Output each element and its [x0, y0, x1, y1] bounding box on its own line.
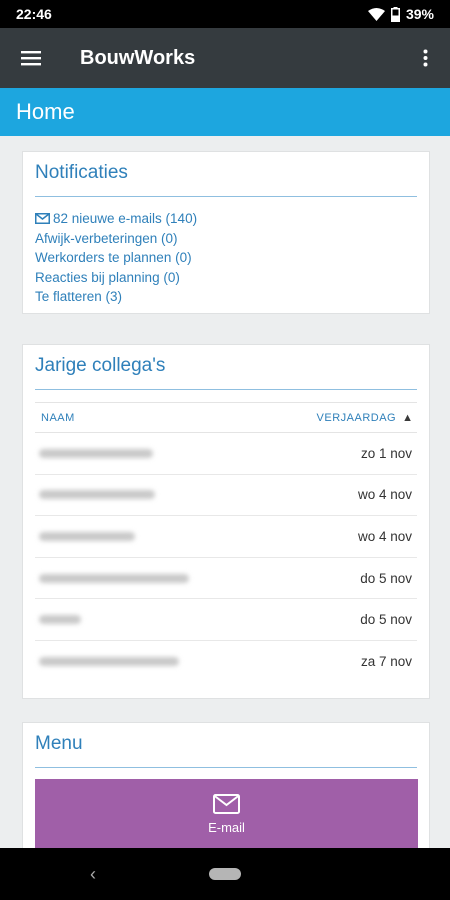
divider: [35, 767, 417, 768]
battery-percentage: 39%: [405, 6, 434, 22]
table-row[interactable]: za 7 nov: [35, 641, 417, 683]
email-tile-button[interactable]: E-mail: [35, 779, 418, 848]
email-tile-label: E-mail: [208, 819, 245, 835]
app-title: BouwWorks: [80, 46, 196, 69]
status-bar: 22:46 39%: [0, 0, 450, 28]
status-time: 22:46: [16, 6, 52, 22]
divider: [35, 389, 417, 390]
blurred-name: [39, 657, 179, 667]
table-row[interactable]: zo 1 nov: [35, 433, 417, 475]
column-header-date[interactable]: VERJAARDAG ▲: [317, 412, 413, 424]
birthdays-table: NAAM VERJAARDAG ▲ zo 1 nov wo 4 nov wo 4…: [35, 402, 417, 683]
menu-card: Menu E-mail: [22, 722, 430, 848]
birthday-date: do 5 nov: [360, 570, 412, 586]
battery-icon: [390, 6, 400, 22]
notification-emails-link[interactable]: 82 nieuwe e-mails (140): [35, 209, 417, 229]
birthdays-card: Jarige collega's NAAM VERJAARDAG ▲ zo 1 …: [22, 344, 430, 699]
blurred-name: [39, 531, 135, 541]
notification-reacties-link[interactable]: Reacties bij planning (0): [35, 268, 417, 288]
home-pill-button[interactable]: [209, 868, 241, 880]
app-bar: BouwWorks: [0, 28, 450, 88]
status-icons: 39%: [367, 6, 434, 22]
birthday-date: wo 4 nov: [357, 487, 412, 503]
overflow-menu-button[interactable]: [400, 28, 450, 88]
birthday-date: zo 1 nov: [360, 445, 412, 461]
content-area[interactable]: Notificaties 82 nieuwe e-mails (140) Afw…: [0, 136, 450, 848]
table-header: NAAM VERJAARDAG ▲: [35, 403, 417, 433]
back-icon[interactable]: ‹: [90, 864, 96, 885]
hamburger-icon: [21, 51, 41, 66]
notification-flatteren-link[interactable]: Te flatteren (3): [35, 287, 417, 307]
table-row[interactable]: do 5 nov: [35, 599, 417, 641]
column-header-date-label: VERJAARDAG: [316, 411, 397, 424]
wifi-icon: [367, 7, 385, 21]
table-row[interactable]: wo 4 nov: [35, 516, 417, 558]
blurred-name: [39, 573, 189, 583]
menu-title: Menu: [35, 733, 83, 754]
envelope-icon: [35, 213, 50, 225]
notification-afwijk-link[interactable]: Afwijk-verbeteringen (0): [35, 229, 417, 249]
birthdays-title: Jarige collega's: [35, 355, 166, 376]
blurred-name: [39, 615, 81, 625]
column-header-name[interactable]: NAAM: [41, 412, 75, 424]
notifications-title: Notificaties: [35, 162, 128, 183]
table-row[interactable]: do 5 nov: [35, 558, 417, 600]
notification-label: 82 nieuwe e-mails (140): [53, 211, 198, 226]
page-title: Home: [0, 88, 450, 136]
more-vertical-icon: [423, 49, 427, 67]
birthday-date: za 7 nov: [360, 654, 412, 670]
notifications-list: 82 nieuwe e-mails (140) Afwijk-verbeteri…: [23, 197, 429, 307]
envelope-icon: [213, 793, 240, 814]
notification-label: Te flatteren (3): [35, 289, 123, 304]
notification-label: Afwijk-verbeteringen (0): [35, 230, 178, 246]
notification-label: Werkorders te plannen (0): [35, 250, 192, 265]
blurred-name: [39, 448, 153, 458]
menu-button[interactable]: [0, 28, 62, 88]
blurred-name: [39, 490, 155, 500]
birthday-date: do 5 nov: [360, 612, 412, 628]
notifications-card: Notificaties 82 nieuwe e-mails (140) Afw…: [22, 151, 430, 314]
notification-werkorders-link[interactable]: Werkorders te plannen (0): [35, 248, 417, 268]
sort-ascending-icon: ▲: [402, 411, 413, 424]
system-nav-bar: ‹: [0, 848, 450, 900]
table-row[interactable]: wo 4 nov: [35, 475, 417, 517]
birthday-date: wo 4 nov: [357, 528, 412, 544]
notification-label: Reacties bij planning (0): [35, 269, 180, 285]
